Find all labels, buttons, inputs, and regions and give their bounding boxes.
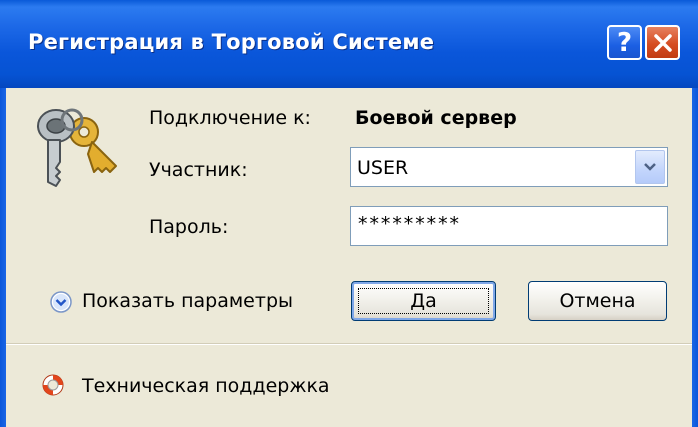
user-label: Участник: xyxy=(149,159,248,181)
focus-rect xyxy=(358,288,489,314)
connection-value: Боевой сервер xyxy=(355,107,517,129)
title-bar[interactable]: Регистрация в Торговой Системе ? xyxy=(0,0,698,88)
password-label: Пароль: xyxy=(149,216,229,238)
window-border-right xyxy=(692,88,698,427)
help-button[interactable]: ? xyxy=(607,25,642,60)
user-value: USER xyxy=(357,157,409,179)
show-options-link[interactable]: Показать параметры xyxy=(82,290,293,312)
help-icon: ? xyxy=(616,27,633,58)
login-dialog: Регистрация в Торговой Системе ? Подключ… xyxy=(0,0,698,427)
cancel-button[interactable]: Отмена xyxy=(528,281,667,321)
close-button[interactable] xyxy=(645,25,680,60)
user-combobox[interactable]: USER xyxy=(350,147,668,187)
password-field[interactable]: ********* xyxy=(350,206,668,246)
separator xyxy=(6,343,692,345)
lifebuoy-icon xyxy=(42,374,64,396)
expand-circle-icon[interactable] xyxy=(50,291,72,313)
user-dropdown-button[interactable] xyxy=(635,150,665,184)
chevron-down-icon xyxy=(644,163,656,171)
keys-icon xyxy=(37,108,117,187)
password-value: ********* xyxy=(357,213,460,235)
support-link[interactable]: Техническая поддержка xyxy=(82,375,330,397)
cancel-button-label: Отмена xyxy=(559,290,636,312)
window-title: Регистрация в Торговой Системе xyxy=(28,30,435,54)
close-icon xyxy=(653,33,672,52)
connection-label: Подключение к: xyxy=(149,107,311,129)
ok-button[interactable]: Да xyxy=(351,281,496,321)
